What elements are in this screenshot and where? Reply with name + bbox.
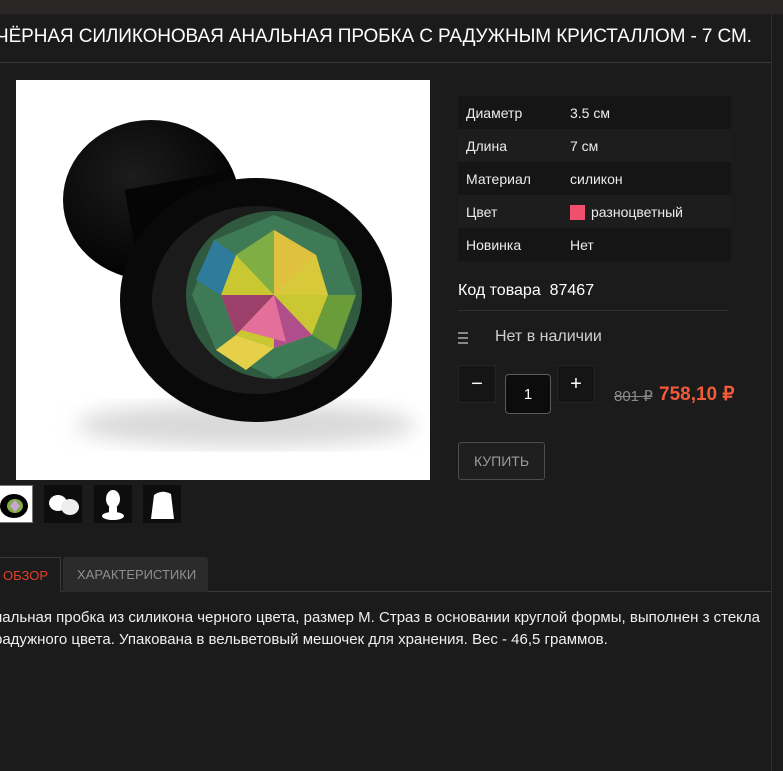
product-photo bbox=[63, 120, 416, 447]
thumb-white-plug-side-icon bbox=[49, 495, 79, 515]
sku-value: 87467 bbox=[549, 282, 595, 299]
spec-row: Материал силикон bbox=[458, 162, 731, 195]
tab-characteristics[interactable]: ХАРАКТЕРИСТИКИ bbox=[63, 557, 208, 592]
thumbnail-3[interactable] bbox=[94, 485, 132, 523]
color-swatch bbox=[570, 204, 585, 220]
spec-row: Длина 7 см bbox=[458, 129, 731, 162]
thumb-white-pouch-icon bbox=[151, 491, 174, 519]
thumb-black-plug-icon bbox=[0, 494, 28, 518]
thumbnail-2[interactable] bbox=[44, 485, 82, 523]
spec-value: 3.5 см bbox=[562, 96, 731, 129]
content-border bbox=[771, 14, 772, 771]
sku: Код товара 87467 bbox=[458, 282, 594, 300]
product-description: нальная пробка из силикона черного цвета… bbox=[0, 609, 760, 648]
old-price: 801 ₽ bbox=[614, 388, 653, 405]
stock-list-icon bbox=[458, 332, 468, 344]
spec-value: Нет bbox=[562, 228, 731, 261]
sku-label: Код товара bbox=[458, 282, 541, 299]
quantity-increase-button[interactable]: + bbox=[557, 365, 595, 403]
sku-divider bbox=[458, 310, 728, 311]
thumbnail-1[interactable] bbox=[0, 485, 33, 523]
tab-overview[interactable]: ОБЗОР bbox=[0, 557, 61, 592]
specs-table: Диаметр 3.5 см Длина 7 см Материал силик… bbox=[458, 96, 731, 261]
spec-value: силикон bbox=[562, 162, 731, 195]
spec-label: Длина bbox=[458, 129, 562, 162]
spec-row: Цвет разноцветный bbox=[458, 195, 731, 228]
spec-row: Новинка Нет bbox=[458, 228, 731, 261]
rainbow-crystal bbox=[186, 211, 362, 379]
top-bar bbox=[0, 0, 783, 14]
quantity-decrease-button[interactable]: − bbox=[458, 365, 496, 403]
spec-label: Диаметр bbox=[458, 96, 562, 129]
page-title: ЧЁРНАЯ СИЛИКОНОВАЯ АНАЛЬНАЯ ПРОБКА С РАД… bbox=[0, 26, 752, 47]
stock-status: Нет в наличии bbox=[495, 328, 602, 345]
spec-label: Цвет bbox=[458, 195, 562, 228]
thumb-white-plug-front-icon bbox=[102, 490, 124, 520]
title-divider bbox=[0, 62, 771, 63]
color-name: разноцветный bbox=[591, 203, 683, 220]
spec-label: Новинка bbox=[458, 228, 562, 261]
buy-button[interactable]: КУПИТЬ bbox=[458, 442, 545, 480]
spec-label: Материал bbox=[458, 162, 562, 195]
spec-value: 7 см bbox=[562, 129, 731, 162]
current-price: 758,10 ₽ bbox=[659, 384, 735, 405]
spec-value-color: разноцветный bbox=[562, 195, 731, 228]
thumbnail-4[interactable] bbox=[143, 485, 181, 523]
spec-row: Диаметр 3.5 см bbox=[458, 96, 731, 129]
product-image[interactable] bbox=[16, 80, 430, 480]
quantity-input[interactable] bbox=[505, 374, 551, 414]
